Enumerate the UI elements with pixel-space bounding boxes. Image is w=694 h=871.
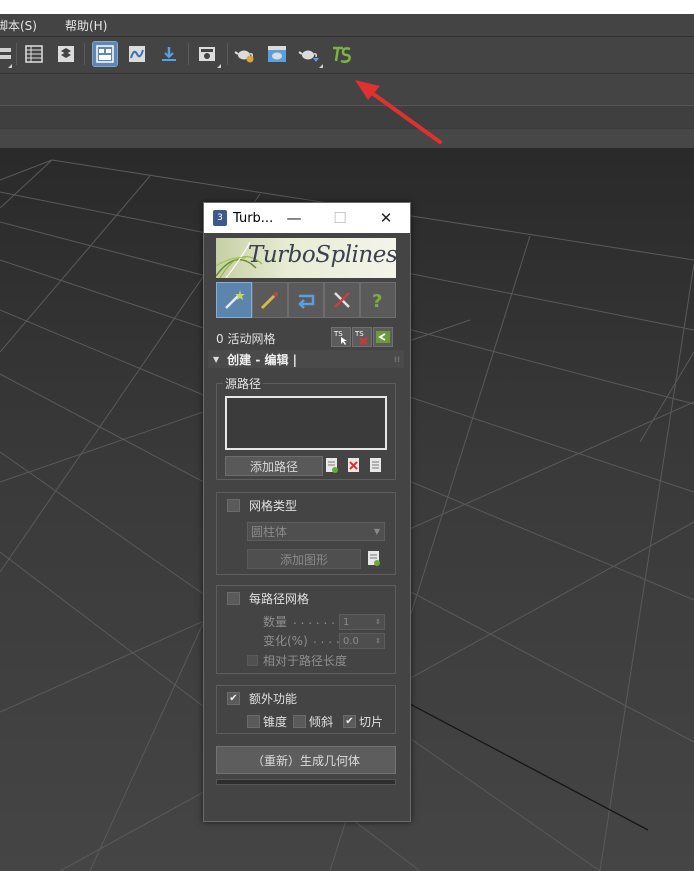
add-shape-list-button[interactable] <box>367 550 381 566</box>
bevel-label: 倾斜 <box>309 715 334 729</box>
taper-checkbox[interactable] <box>247 715 260 728</box>
variation-value: 0.0 <box>343 635 359 647</box>
svg-text:?: ? <box>372 291 382 312</box>
remove-path-button[interactable] <box>347 457 361 473</box>
question-icon: ? <box>372 291 382 312</box>
app-3ds-icon: 3 <box>213 210 227 226</box>
page-icon <box>370 458 381 472</box>
select-mesh-button[interactable]: TS <box>331 327 351 347</box>
add-path-button[interactable]: 添加路径 <box>225 456 323 476</box>
extras-checkbox[interactable]: ✔ <box>227 692 240 705</box>
relative-length-label: 相对于路径长度 <box>263 654 348 668</box>
dialog-title: Turb... <box>233 210 274 226</box>
mesh-type-value: 圆柱体 <box>251 525 288 539</box>
rollout-title: 创建 - 编辑 | <box>227 352 298 367</box>
wand-icon <box>225 290 245 309</box>
create-edit-rollout-header[interactable]: ▼ 创建 - 编辑 | ⁞⁞ <box>208 350 404 368</box>
page-add-icon <box>368 551 380 566</box>
tools-icon <box>334 292 350 308</box>
turbosplines-logo: TurboSplines <box>216 238 396 278</box>
collapse-mesh-button[interactable] <box>373 327 393 347</box>
page-add-icon <box>326 458 338 473</box>
page-delete-icon <box>348 458 359 472</box>
spinner-arrows-icon: ⇕ <box>375 637 381 645</box>
pencil-icon <box>260 291 279 310</box>
variation-label: 变化(%) <box>263 634 308 648</box>
spinner-arrows-icon: ⇕ <box>375 618 381 626</box>
relative-length-checkbox[interactable] <box>247 655 258 666</box>
active-mesh-count: 0 活动网格 <box>216 332 276 346</box>
clear-paths-button[interactable] <box>369 457 383 473</box>
add-path-list-button[interactable] <box>325 457 339 473</box>
source-path-title: 源路径 <box>223 375 264 392</box>
extras-group: ✔ 额外功能 锥度 倾斜 ✔ 切片 <box>216 685 396 734</box>
chevron-down-icon: ▼ <box>373 527 380 536</box>
count-leader-dots: . . . . . . . <box>293 613 343 627</box>
update-mode-button[interactable] <box>288 282 324 318</box>
regenerate-geometry-button[interactable]: （重新）生成几何体 <box>216 746 396 774</box>
refresh-icon <box>298 294 315 309</box>
create-mode-button[interactable] <box>216 282 252 318</box>
ts-delete-icon: TS <box>354 330 368 345</box>
edit-mode-button[interactable] <box>252 282 288 318</box>
count-value: 1 <box>343 616 350 628</box>
per-path-mesh-group: 每路径网格 数量 . . . . . . . 1 ⇕ 变化(%) . . . .… <box>216 585 396 674</box>
turbosplines-dialog: 3 Turb... — ☐ ✕ TurboSplines ? 0 活动网格 TS… <box>203 202 411 822</box>
utilities-mode-button[interactable] <box>324 282 360 318</box>
close-button[interactable]: ✕ <box>378 209 394 227</box>
rollout-collapse-icon: ▼ <box>213 354 220 364</box>
source-path-list[interactable] <box>225 396 387 450</box>
collapse-icon <box>376 331 390 343</box>
dialog-title-bar[interactable]: 3 Turb... — ☐ ✕ <box>204 203 410 233</box>
count-spinner[interactable]: 1 ⇕ <box>339 614 385 630</box>
delete-mesh-button[interactable]: TS <box>352 327 372 347</box>
source-path-group: 源路径 添加路径 <box>216 375 396 480</box>
ts-select-icon: TS <box>333 330 347 345</box>
svg-text:TS: TS <box>333 330 343 338</box>
per-path-mesh-label: 每路径网格 <box>249 592 310 606</box>
per-path-mesh-checkbox[interactable] <box>227 592 240 605</box>
rollout-drag-icon: ⁞⁞ <box>393 354 400 364</box>
help-mode-button[interactable]: ? <box>360 282 396 318</box>
mesh-type-checkbox[interactable] <box>227 499 240 512</box>
logo-text: TurboSplines <box>248 242 396 268</box>
taper-label: 锥度 <box>263 715 288 729</box>
mesh-type-group: 网格类型 圆柱体 ▼ 添加图形 <box>216 492 396 575</box>
mesh-type-label: 网格类型 <box>249 499 298 513</box>
mesh-type-dropdown[interactable]: 圆柱体 ▼ <box>247 522 385 541</box>
variation-leader-dots: . . . . <box>313 632 340 646</box>
extras-label: 额外功能 <box>249 692 298 706</box>
progress-bar <box>216 779 396 785</box>
svg-text:TS: TS <box>354 330 364 338</box>
count-label: 数量 <box>263 615 288 629</box>
slice-label: 切片 <box>359 715 384 729</box>
add-shape-button[interactable]: 添加图形 <box>247 549 361 569</box>
slice-checkbox[interactable]: ✔ <box>343 715 356 728</box>
minimize-button[interactable]: — <box>286 209 302 227</box>
variation-spinner[interactable]: 0.0 ⇕ <box>339 633 385 649</box>
bevel-checkbox[interactable] <box>293 715 306 728</box>
maximize-button[interactable]: ☐ <box>332 209 348 227</box>
